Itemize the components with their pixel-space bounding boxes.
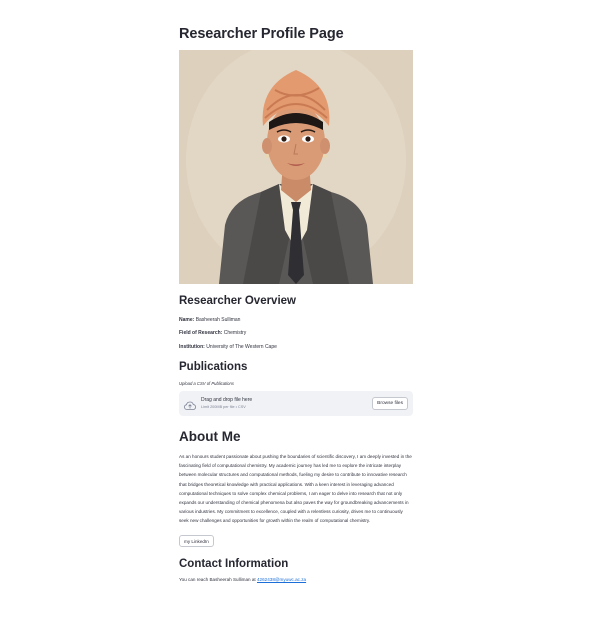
field-value: Chemistry [223,330,247,336]
linkedin-button[interactable]: my LinkedIn [179,535,214,547]
upload-label: Upload a CSV of Publications [179,381,234,386]
field-line: Field of Research: Chemistry [179,330,246,336]
browse-files-button[interactable]: Browse files [372,397,408,410]
page-title: Researcher Profile Page [179,26,344,42]
dropzone-title: Drag and drop file here [201,397,253,403]
field-label: Field of Research: [179,330,223,336]
institution-value: University of The Western Cape [206,344,277,350]
contact-heading: Contact Information [179,558,289,570]
publications-heading: Publications [179,361,248,373]
about-heading: About Me [179,429,241,444]
profile-image [179,50,413,284]
file-dropzone[interactable]: Drag and drop file here Limit 200MB per … [179,391,413,416]
contact-line: You can reach Basheerah Sulliman at 4262… [179,577,306,582]
name-line: Name: Basheerah Sulliman [179,317,240,323]
name-value: Basheerah Sulliman [195,317,241,323]
contact-prefix: You can reach Basheerah Sulliman at [179,577,256,582]
dropzone-limit: Limit 200MB per file • CSV [201,405,246,409]
name-label: Name: [179,317,195,323]
cloud-upload-icon [184,398,196,410]
overview-heading: Researcher Overview [179,295,296,307]
about-paragraph: As an honours student passionate about p… [179,454,412,524]
email-link[interactable]: 4262438@myuwc.ac.za [257,577,306,582]
institution-label: Institution: [179,344,205,350]
institution-line: Institution: University of The Western C… [179,344,277,350]
